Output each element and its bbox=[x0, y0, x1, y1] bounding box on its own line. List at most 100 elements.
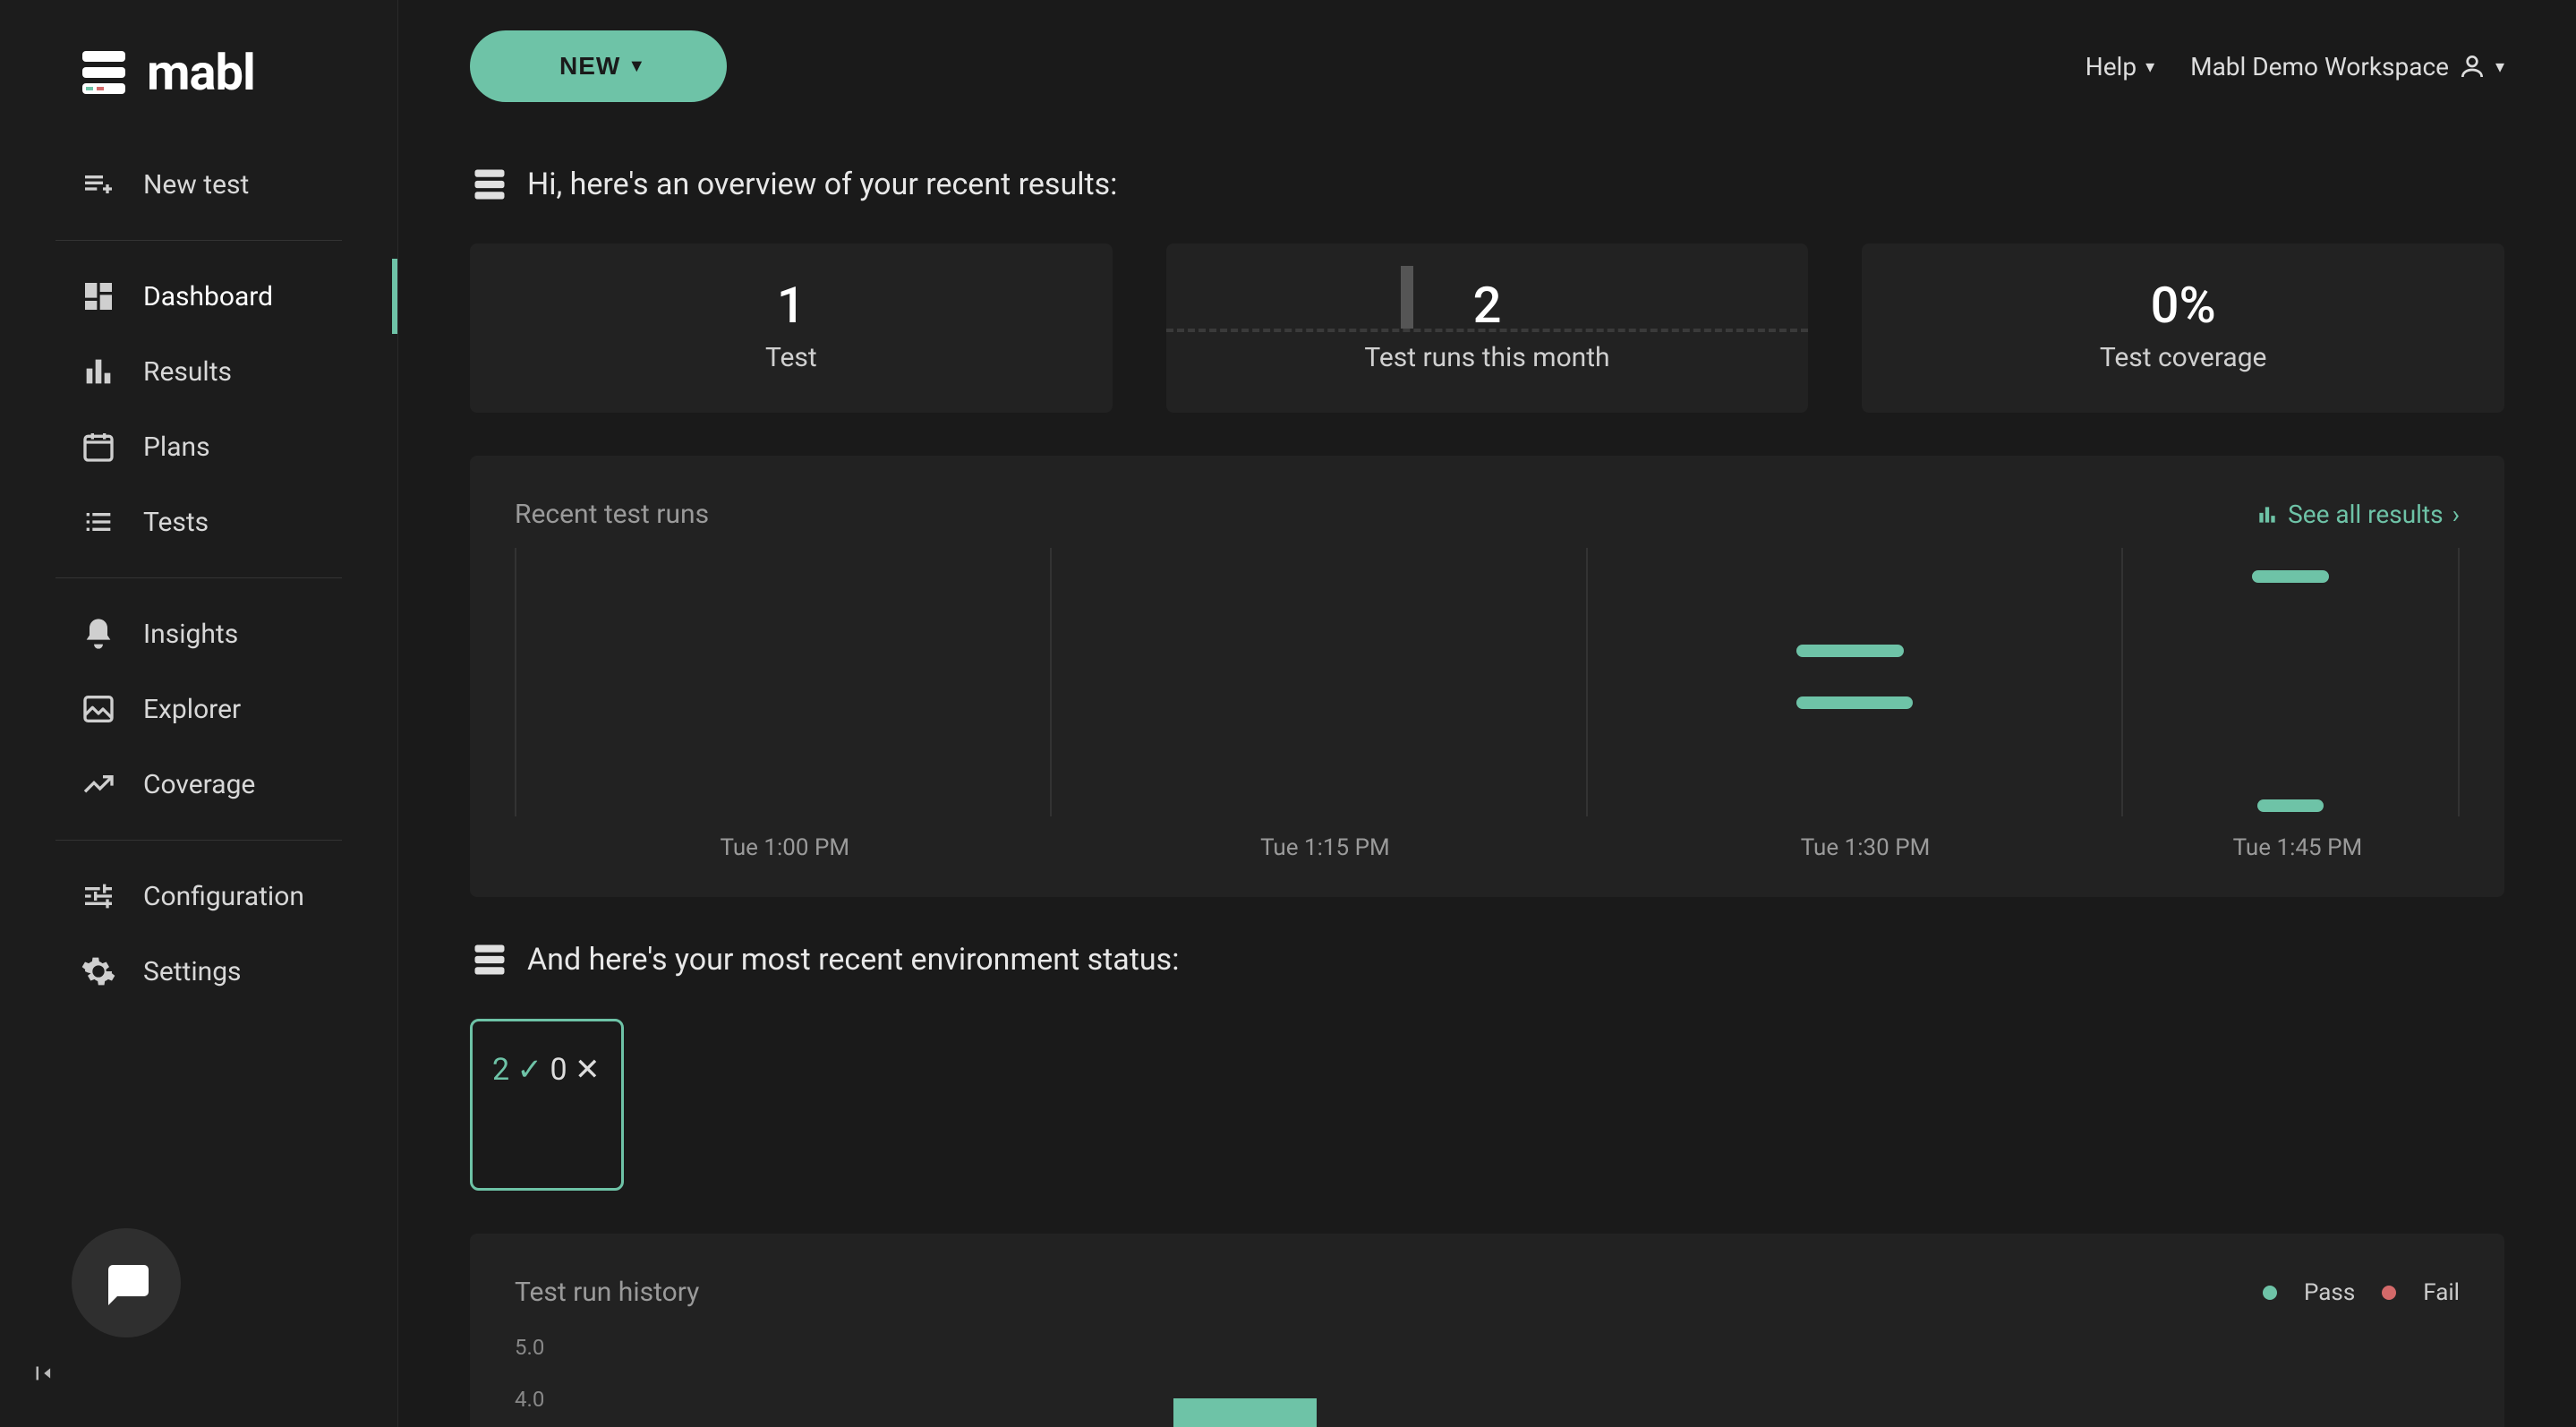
mabl-mini-icon bbox=[470, 940, 509, 979]
stat-label: Test coverage bbox=[1880, 342, 2486, 373]
brand-logo[interactable]: mabl bbox=[0, 0, 397, 147]
env-pass-count: 2 bbox=[492, 1052, 509, 1088]
run-pill[interactable] bbox=[1796, 645, 1904, 657]
run-pill[interactable] bbox=[2252, 570, 2329, 583]
help-label: Help bbox=[2086, 52, 2137, 81]
env-intro: And here's your most recent environment … bbox=[470, 940, 2504, 979]
runs-col bbox=[1586, 548, 2121, 816]
overview-intro-text: Hi, here's an overview of your recent re… bbox=[527, 167, 1117, 202]
sidebar-item-explorer[interactable]: Explorer bbox=[55, 671, 342, 747]
y-label: 5.0 bbox=[515, 1335, 544, 1356]
tune-icon bbox=[81, 878, 116, 914]
trending-up-icon bbox=[81, 766, 116, 802]
x-label: Tue 1:30 PM bbox=[1595, 834, 2136, 861]
stat-card-coverage[interactable]: 0% Test coverage bbox=[1862, 244, 2504, 413]
stat-value: 2 bbox=[1184, 276, 1791, 335]
sidebar-item-label: Insights bbox=[143, 619, 238, 650]
workspace-menu[interactable]: Mabl Demo Workspace ▾ bbox=[2190, 52, 2504, 81]
new-button-label: NEW bbox=[559, 52, 620, 81]
divider bbox=[55, 240, 342, 241]
x-label: Tue 1:15 PM bbox=[1055, 834, 1596, 861]
panel-title: Test run history bbox=[515, 1277, 699, 1308]
mabl-logo-icon bbox=[75, 44, 132, 101]
image-icon bbox=[81, 691, 116, 727]
sidebar-item-label: Dashboard bbox=[143, 281, 273, 312]
see-all-results-link[interactable]: See all results › bbox=[2256, 500, 2460, 529]
sidebar-item-plans[interactable]: Plans bbox=[55, 409, 342, 484]
history-legend: Pass Fail bbox=[2263, 1279, 2460, 1306]
workspace-label: Mabl Demo Workspace bbox=[2190, 52, 2449, 81]
sidebar-item-label: Coverage bbox=[143, 769, 255, 800]
stat-card-tests[interactable]: 1 Test bbox=[470, 244, 1113, 413]
collapse-icon bbox=[30, 1360, 56, 1387]
runs-col bbox=[515, 548, 1050, 816]
y-label: 4.0 bbox=[515, 1387, 544, 1408]
collapse-sidebar-button[interactable] bbox=[25, 1355, 61, 1391]
x-label: Tue 1:00 PM bbox=[515, 834, 1055, 861]
new-button[interactable]: NEW ▼ bbox=[470, 30, 727, 102]
help-menu[interactable]: Help ▾ bbox=[2086, 52, 2154, 81]
divider bbox=[55, 577, 342, 578]
chat-launcher[interactable] bbox=[72, 1228, 181, 1337]
brand-text: mabl bbox=[147, 43, 255, 102]
gear-icon bbox=[81, 953, 116, 989]
chat-icon bbox=[99, 1256, 153, 1310]
x-icon: ✕ bbox=[575, 1052, 601, 1088]
playlist-add-icon bbox=[81, 167, 116, 202]
sidebar-item-label: Tests bbox=[143, 507, 209, 538]
stat-row: 1 Test 2 Test runs this month 0% Test co… bbox=[470, 244, 2504, 413]
stat-card-runs[interactable]: 2 Test runs this month bbox=[1166, 244, 1809, 413]
calendar-icon bbox=[81, 429, 116, 465]
main-content: NEW ▼ Help ▾ Mabl Demo Workspace ▾ bbox=[398, 0, 2576, 1427]
list-icon bbox=[81, 504, 116, 540]
legend-pass-label: Pass bbox=[2304, 1279, 2355, 1306]
runs-x-labels: Tue 1:00 PM Tue 1:15 PM Tue 1:30 PM Tue … bbox=[515, 834, 2460, 861]
runs-col bbox=[2121, 548, 2460, 816]
stat-value: 1 bbox=[488, 276, 1095, 335]
dashboard-icon bbox=[81, 278, 116, 314]
caret-down-icon: ▼ bbox=[627, 56, 646, 77]
sidebar-item-configuration[interactable]: Configuration bbox=[55, 859, 342, 934]
sidebar-item-new-test[interactable]: New test bbox=[55, 147, 342, 222]
legend-dot-pass bbox=[2263, 1286, 2277, 1300]
y-axis-labels: 5.0 4.0 3.0 bbox=[515, 1335, 544, 1427]
stat-label: Test runs this month bbox=[1184, 342, 1791, 373]
env-fail-count: 0 bbox=[550, 1052, 567, 1088]
topbar: NEW ▼ Help ▾ Mabl Demo Workspace ▾ bbox=[470, 30, 2504, 102]
caret-down-icon: ▾ bbox=[2495, 56, 2504, 77]
sidebar-item-dashboard[interactable]: Dashboard bbox=[55, 259, 342, 334]
sidebar-item-settings[interactable]: Settings bbox=[55, 934, 342, 1009]
divider bbox=[55, 840, 342, 841]
chevron-right-icon: › bbox=[2452, 500, 2460, 529]
sidebar-item-results[interactable]: Results bbox=[55, 334, 342, 409]
run-pill[interactable] bbox=[1796, 696, 1913, 709]
bar-chart-icon bbox=[2256, 503, 2279, 526]
bell-icon bbox=[81, 616, 116, 652]
caret-down-icon: ▾ bbox=[2145, 56, 2154, 77]
bar-area bbox=[568, 1335, 2460, 1427]
legend-fail-label: Fail bbox=[2423, 1279, 2460, 1306]
history-bar-pass[interactable] bbox=[1173, 1398, 1317, 1427]
check-icon: ✓ bbox=[517, 1052, 550, 1088]
sidebar-item-insights[interactable]: Insights bbox=[55, 596, 342, 671]
env-intro-text: And here's your most recent environment … bbox=[527, 942, 1179, 978]
stat-label: Test bbox=[488, 342, 1095, 373]
sidebar: mabl New test Dashboard Results bbox=[0, 0, 398, 1427]
sidebar-item-label: Configuration bbox=[143, 881, 304, 912]
recent-runs-chart bbox=[515, 548, 2460, 816]
panel-title: Recent test runs bbox=[515, 499, 709, 530]
recent-runs-panel: Recent test runs See all results › bbox=[470, 456, 2504, 897]
env-status-card[interactable]: 2 ✓ 0 ✕ bbox=[470, 1019, 624, 1191]
sidebar-item-tests[interactable]: Tests bbox=[55, 484, 342, 560]
see-all-label: See all results bbox=[2288, 500, 2443, 529]
runs-col bbox=[1050, 548, 1585, 816]
user-icon bbox=[2458, 52, 2486, 81]
sidebar-item-label: Explorer bbox=[143, 694, 241, 725]
sidebar-item-coverage[interactable]: Coverage bbox=[55, 747, 342, 822]
legend-dot-fail bbox=[2382, 1286, 2396, 1300]
bar-chart-icon bbox=[81, 354, 116, 389]
run-pill[interactable] bbox=[2257, 799, 2324, 812]
sidebar-item-label: Results bbox=[143, 356, 232, 388]
history-chart: 5.0 4.0 3.0 bbox=[515, 1335, 2460, 1427]
stat-value: 0% bbox=[1880, 276, 2486, 335]
